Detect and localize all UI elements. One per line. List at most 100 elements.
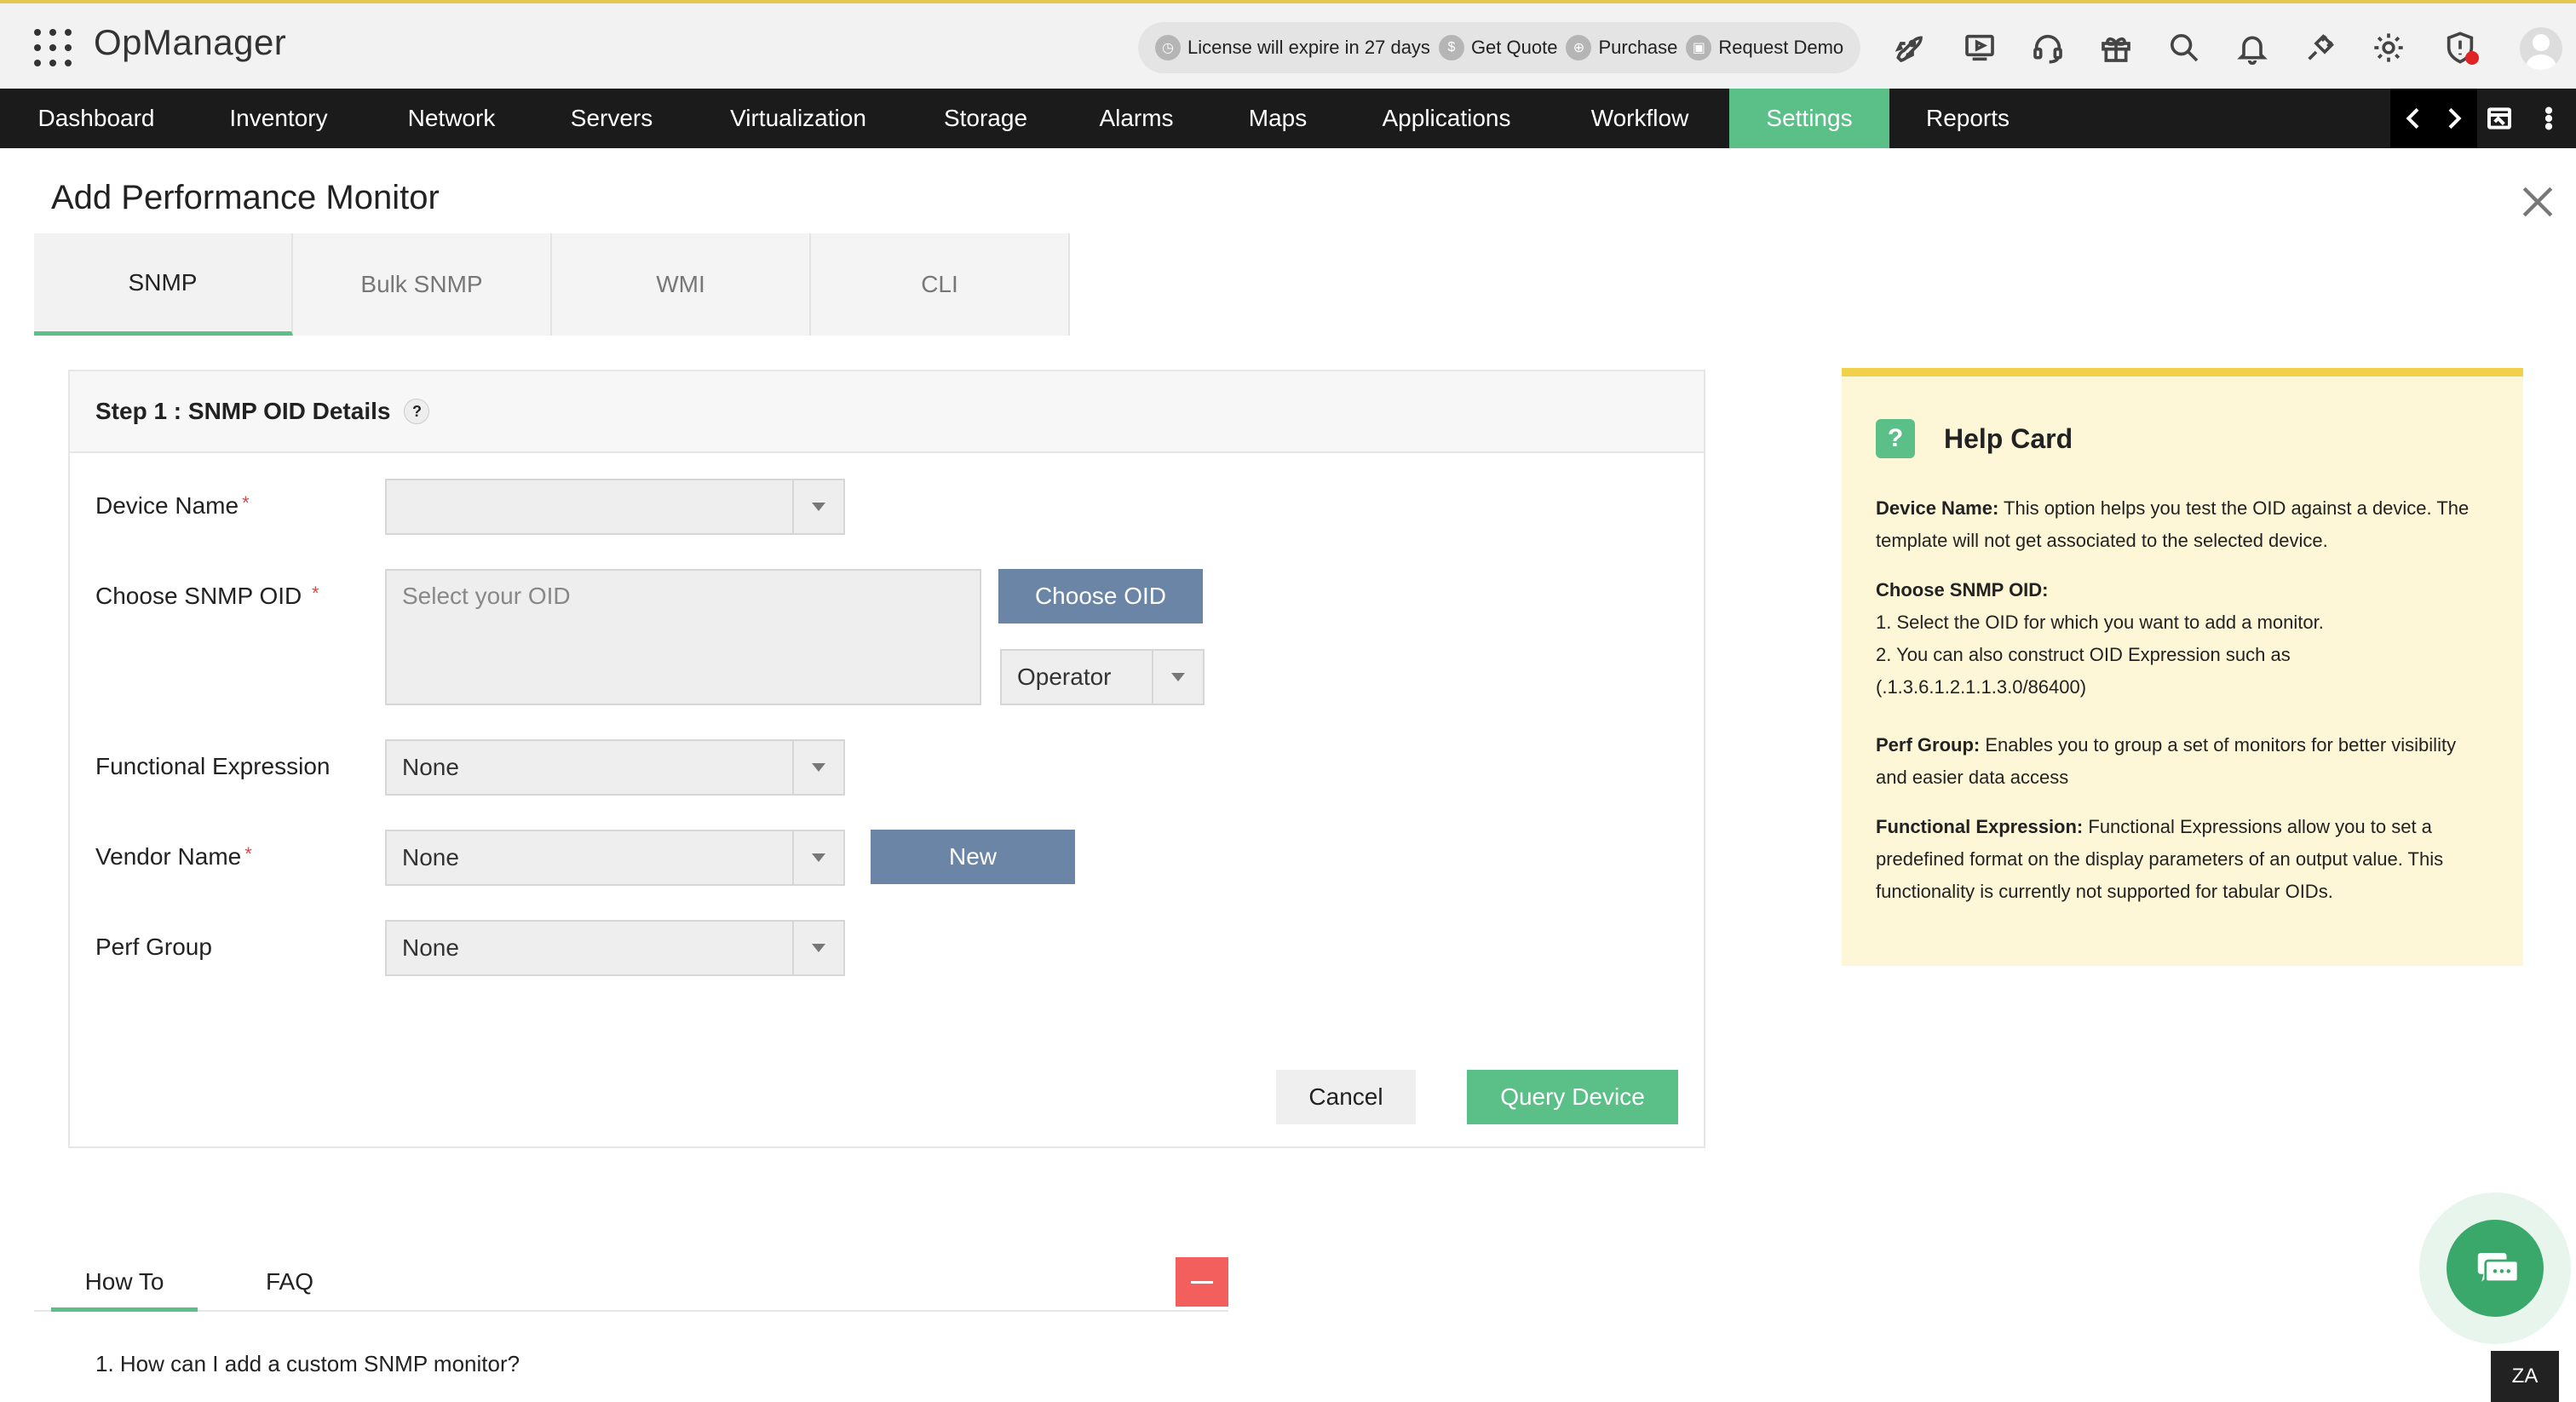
close-icon[interactable] — [2520, 184, 2556, 220]
required-mark: * — [312, 583, 319, 604]
chevron-down-icon — [792, 741, 843, 794]
tab-how-to[interactable]: How To — [51, 1261, 198, 1312]
functional-expression-label: Functional Expression — [95, 753, 331, 779]
license-pill: ◷ License will expire in 27 days $ Get Q… — [1138, 22, 1860, 73]
choose-oid-button[interactable]: Choose OID — [998, 569, 1203, 623]
get-quote-link[interactable]: $ Get Quote — [1438, 35, 1557, 60]
app-grid-icon[interactable] — [34, 29, 72, 66]
step-title: Step 1 : SNMP OID Details — [95, 398, 391, 424]
vendor-name-select[interactable]: None — [385, 830, 845, 886]
dollar-icon: $ — [1438, 35, 1464, 60]
collapse-button[interactable] — [1176, 1257, 1228, 1307]
chevron-down-icon — [792, 831, 843, 884]
avatar[interactable] — [2520, 27, 2562, 70]
device-name-select[interactable] — [385, 479, 845, 535]
device-name-label: Device Name * — [95, 492, 250, 520]
nav-maps[interactable]: Maps — [1213, 89, 1343, 148]
vendor-name-label-text: Vendor Name — [95, 843, 242, 870]
chat-button[interactable] — [2447, 1220, 2544, 1317]
tab-bulk-snmp[interactable]: Bulk SNMP — [293, 233, 552, 336]
vendor-name-label: Vendor Name * — [95, 843, 252, 871]
demo-icon: ▣ — [1686, 35, 1712, 60]
nav-network[interactable]: Network — [365, 89, 538, 148]
screen-icon[interactable] — [2475, 89, 2523, 148]
nav-dashboard[interactable]: Dashboard — [0, 89, 193, 148]
howto-faq-tabs: How To FAQ — [34, 1252, 1228, 1312]
main-nav: Dashboard Inventory Network Servers Virt… — [0, 89, 2576, 148]
tab-faq[interactable]: FAQ — [266, 1261, 313, 1312]
plugin-icon[interactable] — [2302, 29, 2339, 66]
chevron-down-icon — [1152, 651, 1203, 704]
help-card: ? Help Card Device Name: This option hel… — [1842, 368, 2523, 966]
help-oid-heading: Choose SNMP OID: — [1876, 579, 2049, 600]
help-oid-line2: 2. You can also construct OID Expression… — [1876, 644, 2291, 698]
protocol-tabs: SNMP Bulk SNMP WMI CLI — [34, 233, 1070, 336]
shield-alert-icon[interactable] — [2441, 29, 2479, 66]
nav-inventory[interactable]: Inventory — [193, 89, 365, 148]
oid-label-text: Choose SNMP OID — [95, 583, 302, 609]
help-func-heading: Functional Expression: — [1876, 816, 2084, 837]
tab-wmi[interactable]: WMI — [552, 233, 811, 336]
rocket-icon[interactable] — [1889, 29, 1927, 66]
purchase-link[interactable]: ⊕ Purchase — [1566, 35, 1677, 60]
help-card-title: Help Card — [1944, 422, 2073, 454]
translate-button[interactable]: ZA — [2491, 1351, 2559, 1402]
translate-icon: ZA — [2511, 1365, 2539, 1388]
license-notice[interactable]: ◷ License will expire in 27 days — [1155, 35, 1430, 60]
step-header: Step 1 : SNMP OID Details ? — [70, 371, 1704, 453]
tab-snmp[interactable]: SNMP — [34, 233, 293, 336]
nav-settings[interactable]: Settings — [1729, 89, 1889, 148]
more-vertical-icon[interactable] — [2525, 89, 2573, 148]
search-icon[interactable] — [2165, 29, 2203, 66]
nav-reports[interactable]: Reports — [1889, 89, 2046, 148]
device-name-label-text: Device Name — [95, 492, 239, 519]
bell-icon[interactable] — [2234, 29, 2271, 66]
headset-icon[interactable] — [2029, 29, 2067, 66]
operator-value: Operator — [1017, 664, 1112, 690]
cancel-button[interactable]: Cancel — [1276, 1070, 1416, 1124]
nav-applications[interactable]: Applications — [1343, 89, 1550, 148]
nav-virtualization[interactable]: Virtualization — [685, 89, 911, 148]
top-header: OpManager ◷ License will expire in 27 da… — [0, 0, 2576, 89]
required-mark: * — [242, 492, 250, 514]
oid-input[interactable]: Select your OID — [385, 569, 981, 705]
app-title[interactable]: OpManager — [94, 22, 286, 63]
purchase-label: Purchase — [1598, 37, 1678, 58]
nav-servers[interactable]: Servers — [538, 89, 685, 148]
notification-dot — [2465, 51, 2479, 65]
gift-icon[interactable] — [2097, 29, 2135, 66]
help-perf-group: Perf Group: Enables you to group a set o… — [1876, 729, 2489, 794]
cart-icon: ⊕ — [1566, 35, 1592, 60]
help-question-icon[interactable]: ? — [404, 399, 430, 424]
nav-alarms[interactable]: Alarms — [1060, 89, 1213, 148]
required-mark: * — [244, 843, 252, 865]
functional-expression-select[interactable]: None — [385, 739, 845, 796]
help-device-name: Device Name: This option helps you test … — [1876, 492, 2489, 557]
request-demo-link[interactable]: ▣ Request Demo — [1686, 35, 1843, 60]
oid-placeholder: Select your OID — [402, 583, 571, 609]
perf-group-select[interactable]: None — [385, 920, 845, 976]
help-device-name-heading: Device Name: — [1876, 497, 1999, 519]
new-vendor-button[interactable]: New — [871, 830, 1075, 884]
nav-next-icon[interactable] — [2429, 89, 2477, 148]
help-functional-expression: Functional Expression: Functional Expres… — [1876, 811, 2489, 908]
howto-question-1[interactable]: 1. How can I add a custom SNMP monitor? — [95, 1351, 520, 1377]
help-perf-heading: Perf Group: — [1876, 734, 1981, 756]
help-oid: Choose SNMP OID: 1. Select the OID for w… — [1876, 574, 2489, 704]
perf-group-value: None — [402, 934, 459, 961]
chevron-down-icon — [792, 922, 843, 974]
nav-storage[interactable]: Storage — [911, 89, 1060, 148]
video-icon[interactable] — [1961, 29, 1998, 66]
clock-icon: ◷ — [1155, 35, 1181, 60]
perf-group-label: Perf Group — [95, 934, 212, 960]
tab-cli[interactable]: CLI — [811, 233, 1070, 336]
nav-workflow[interactable]: Workflow — [1550, 89, 1729, 148]
license-text: License will expire in 27 days — [1187, 37, 1430, 58]
query-device-button[interactable]: Query Device — [1467, 1070, 1678, 1124]
chevron-down-icon — [792, 480, 843, 533]
help-oid-line1: 1. Select the OID for which you want to … — [1876, 612, 2324, 633]
operator-select[interactable]: Operator — [1000, 649, 1205, 705]
page-title: Add Performance Monitor — [51, 179, 440, 216]
vendor-name-value: None — [402, 844, 459, 871]
gear-icon[interactable] — [2370, 29, 2407, 66]
